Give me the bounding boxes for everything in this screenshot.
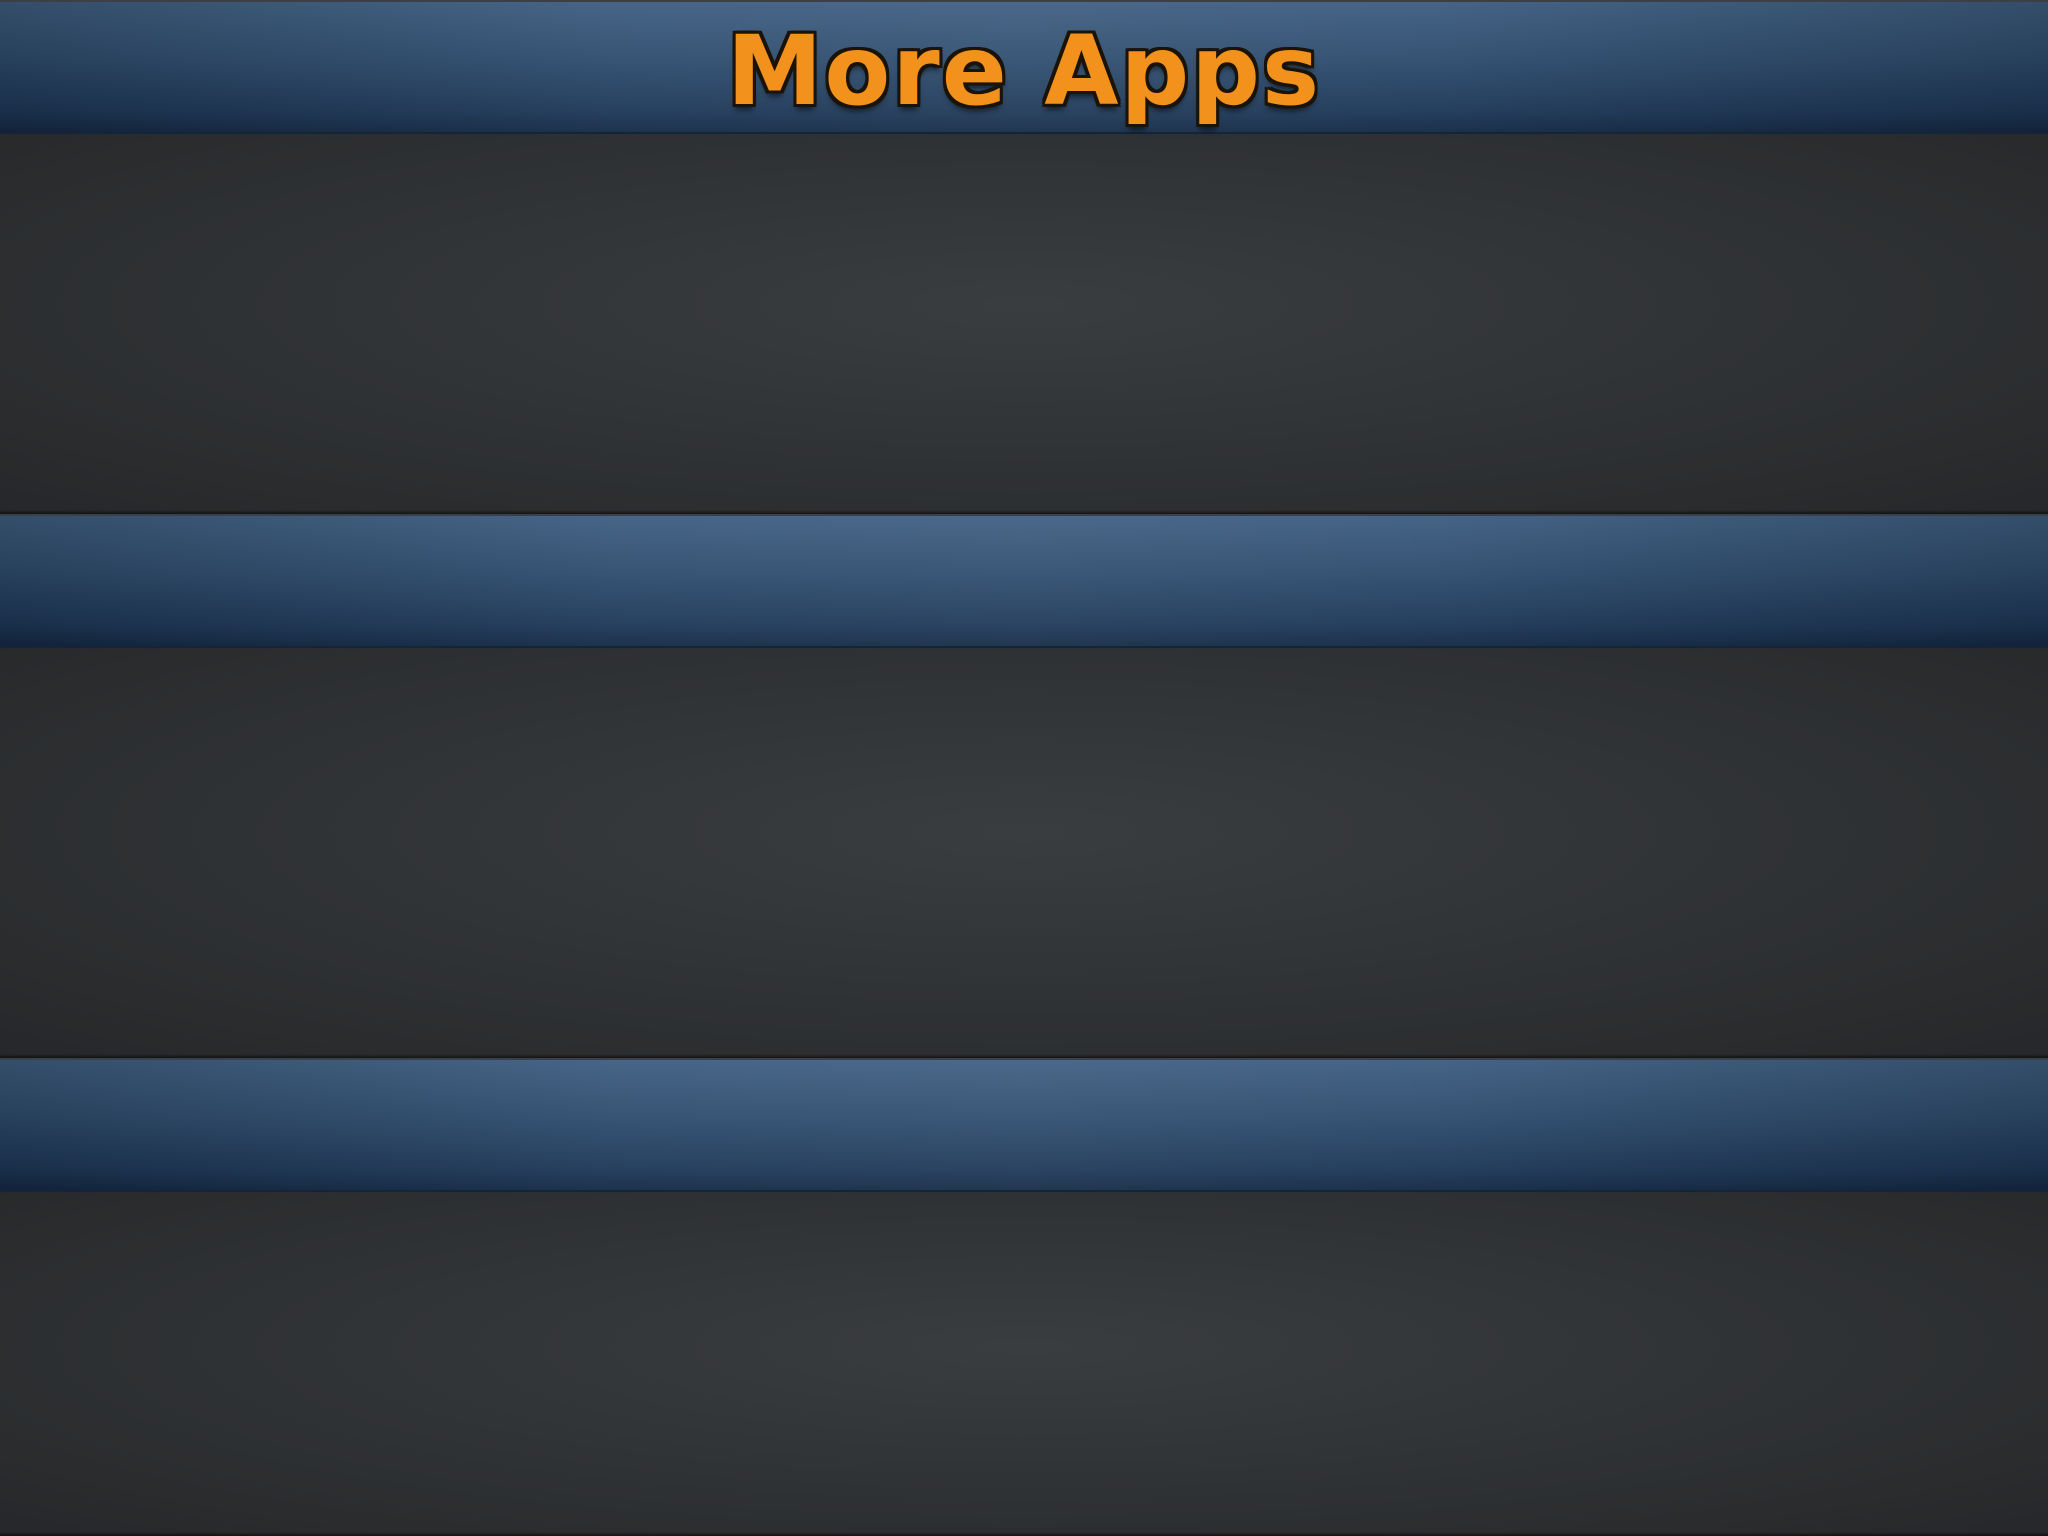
shelf-divider-bar-2 [0,1058,2048,1192]
shelf-divider-bar-1 [0,514,2048,648]
more-apps-screen: More Apps [0,0,2048,1536]
apps-shelf-3 [0,1192,2048,1536]
header-bar: More Apps [0,0,2048,134]
page-title: More Apps [726,15,1322,127]
apps-shelf-1 [0,134,2048,514]
apps-shelf-2 [0,648,2048,1058]
